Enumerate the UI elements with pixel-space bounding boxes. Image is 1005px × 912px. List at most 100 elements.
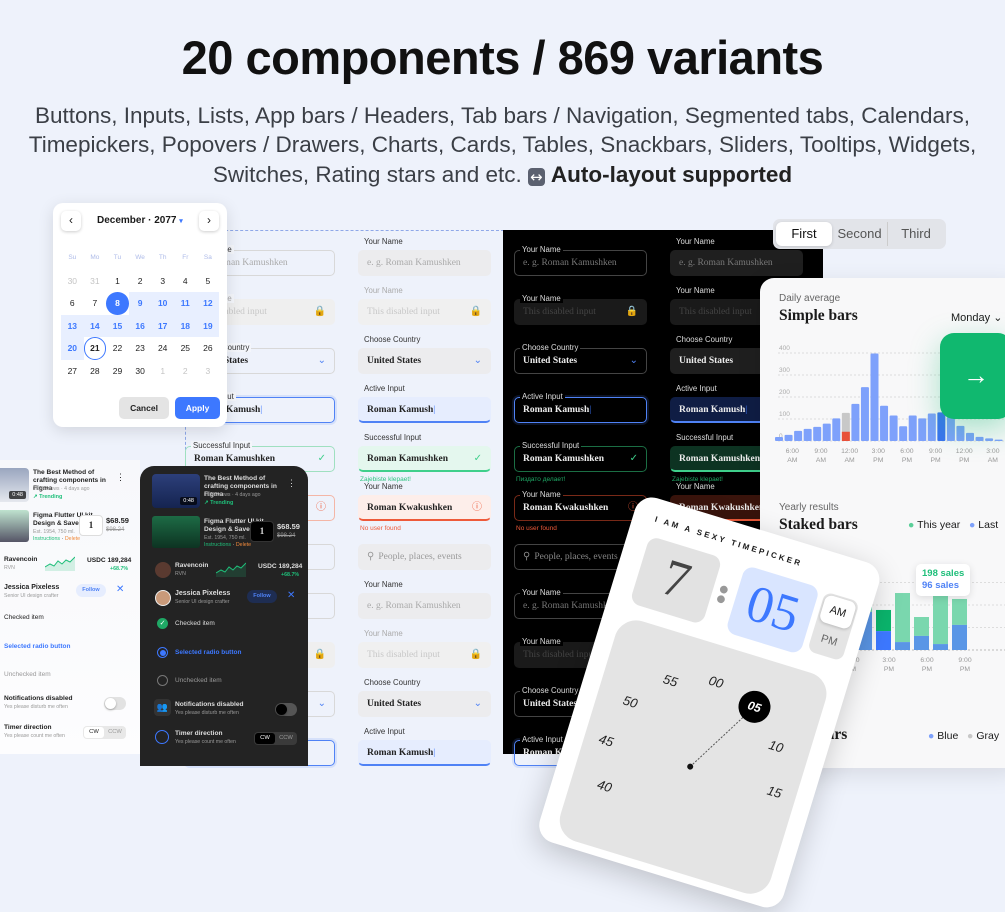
delete-link[interactable]: Delete	[65, 536, 80, 542]
video-thumbnail[interactable]: 0:48	[0, 468, 29, 502]
calendar-day[interactable]: 3	[151, 270, 174, 293]
search-icon: ⚲	[523, 551, 531, 562]
instructions-link[interactable]: Instructions	[204, 542, 231, 548]
selected-radio-button[interactable]: Selected radio button	[4, 643, 70, 650]
close-icon[interactable]: ✕	[116, 584, 124, 595]
bar-last-year[interactable]	[952, 624, 967, 650]
tab-second[interactable]: Second	[832, 222, 888, 246]
minute-dial[interactable]: 55 00 05 10 15 40 45 50	[554, 614, 832, 900]
calendar-day[interactable]: 25	[174, 337, 197, 360]
calendar-day[interactable]: 11	[174, 292, 197, 315]
calendar-day[interactable]: 7	[84, 292, 107, 315]
calendar-day[interactable]: 22	[106, 337, 129, 360]
bar-this-year[interactable]	[895, 593, 910, 643]
more-icon[interactable]: ⋮	[116, 472, 125, 483]
calendar-day[interactable]: 17	[151, 314, 174, 338]
calendar-day[interactable]: 2	[129, 270, 152, 293]
input-act-field[interactable]: Roman Kamush|	[358, 740, 491, 766]
calendar-day[interactable]: 20	[61, 337, 84, 360]
avatar	[155, 590, 171, 606]
tab-first[interactable]: First	[776, 222, 832, 246]
radio-selected-icon[interactable]	[157, 647, 168, 658]
calendar-day[interactable]: 28	[84, 360, 107, 383]
ccw-option[interactable]: CCW	[105, 727, 125, 738]
minute-field[interactable]: 05	[725, 565, 821, 655]
instructions-link[interactable]: Instructions	[33, 536, 60, 542]
delete-link[interactable]: Delete	[236, 542, 251, 548]
input-ph-field[interactable]: e. g. Roman Kamushken	[358, 593, 491, 619]
calendar-day[interactable]: 29	[106, 360, 129, 383]
bar-this-year[interactable]	[952, 598, 967, 625]
input-dis-field: This disabled input 🔒	[358, 642, 491, 668]
calendar-day[interactable]: 15	[106, 314, 129, 338]
unchecked-item[interactable]: Unchecked item	[175, 677, 222, 684]
month-selector[interactable]: December · 2077 ▾	[97, 215, 183, 226]
bar-this-year[interactable]	[914, 617, 929, 636]
calendar-day[interactable]: 8	[106, 292, 129, 315]
notifications-toggle[interactable]	[275, 703, 297, 716]
tab-third[interactable]: Third	[888, 222, 944, 246]
bar-last-year[interactable]	[914, 635, 929, 650]
calendar-day[interactable]: 5	[197, 270, 220, 293]
checkbox-checked-icon[interactable]: ✓	[157, 618, 168, 629]
calendar-day[interactable]: 18	[174, 314, 197, 338]
calendar-day[interactable]: 1	[106, 270, 129, 293]
bar-last-year[interactable]	[895, 642, 910, 650]
notifications-toggle[interactable]	[104, 697, 126, 710]
input-sel-field[interactable]: United States ⌄	[358, 348, 491, 374]
text-cursor: |	[589, 405, 592, 415]
calendar-day[interactable]: 30	[129, 360, 152, 383]
calendar-day[interactable]: 14	[83, 314, 107, 338]
cw-option[interactable]: CW	[84, 727, 104, 738]
weekday-label: Sa	[203, 254, 212, 261]
calendar-day[interactable]: 13	[61, 314, 84, 338]
input-search-field[interactable]: ⚲People, places, events	[358, 544, 491, 570]
ccw-option[interactable]: CCW	[276, 733, 296, 744]
calendar-day[interactable]: 24	[151, 337, 174, 360]
bar-this-year[interactable]	[876, 609, 891, 632]
prev-month-button[interactable]: ‹	[61, 211, 81, 231]
radio-unchecked-icon[interactable]	[157, 675, 168, 686]
calendar-day[interactable]: 4	[174, 270, 197, 293]
apply-button[interactable]: Apply	[175, 397, 220, 419]
input-sel-field[interactable]: United States ⌄	[358, 691, 491, 717]
selected-radio-button[interactable]: Selected radio button	[175, 649, 241, 656]
checked-item[interactable]: Checked item	[4, 614, 44, 621]
bar-last-year[interactable]	[933, 644, 948, 650]
checked-item[interactable]: Checked item	[175, 620, 215, 627]
calendar-day[interactable]: 6	[61, 292, 84, 315]
bar-last-year[interactable]	[876, 631, 891, 650]
quantity-field[interactable]: 1	[79, 515, 103, 536]
notifications-sub: Yes please disturb me often	[175, 710, 239, 716]
calendar-day[interactable]: 27	[61, 360, 84, 383]
follow-button[interactable]: Follow	[247, 590, 277, 603]
close-icon[interactable]: ✕	[287, 590, 295, 601]
calendar-day[interactable]: 19	[196, 314, 220, 338]
calendar-day[interactable]: 16	[128, 314, 152, 338]
input-ph-field[interactable]: e. g. Roman Kamushken	[670, 250, 803, 276]
input-ph-field[interactable]: e. g. Roman Kamushken	[358, 250, 491, 276]
input-ok-field[interactable]: Roman Kamushken ✓	[358, 446, 491, 472]
next-month-button[interactable]: ›	[199, 211, 219, 231]
cancel-button[interactable]: Cancel	[119, 397, 169, 419]
next-button[interactable]: →	[940, 333, 1005, 419]
input-err-field[interactable]: Roman Kwakushken ⓘ	[358, 495, 491, 521]
person-role: Senior UI design crafter	[4, 593, 59, 599]
unchecked-item[interactable]: Unchecked item	[4, 671, 51, 678]
quantity-field[interactable]: 1	[250, 521, 274, 542]
calendar-day[interactable]: 9	[128, 292, 152, 315]
cw-option[interactable]: CW	[255, 733, 275, 744]
calendar-day[interactable]: 26	[197, 337, 220, 360]
input-value: United States	[523, 356, 578, 366]
video-thumbnail[interactable]: 0:48	[152, 474, 200, 508]
calendar-day[interactable]: 21	[83, 337, 107, 360]
chevron-down-icon: ⌄	[473, 355, 482, 366]
follow-button[interactable]: Follow	[76, 584, 106, 597]
more-icon[interactable]: ⋮	[287, 478, 296, 489]
calendar-day[interactable]: 10	[151, 292, 174, 315]
text-cursor: |	[433, 748, 436, 758]
calendar-day[interactable]: 12	[196, 292, 220, 315]
input-act-field[interactable]: Roman Kamush|	[358, 397, 491, 423]
hour-field[interactable]: 7	[629, 535, 723, 625]
calendar-day[interactable]: 23	[129, 337, 152, 360]
